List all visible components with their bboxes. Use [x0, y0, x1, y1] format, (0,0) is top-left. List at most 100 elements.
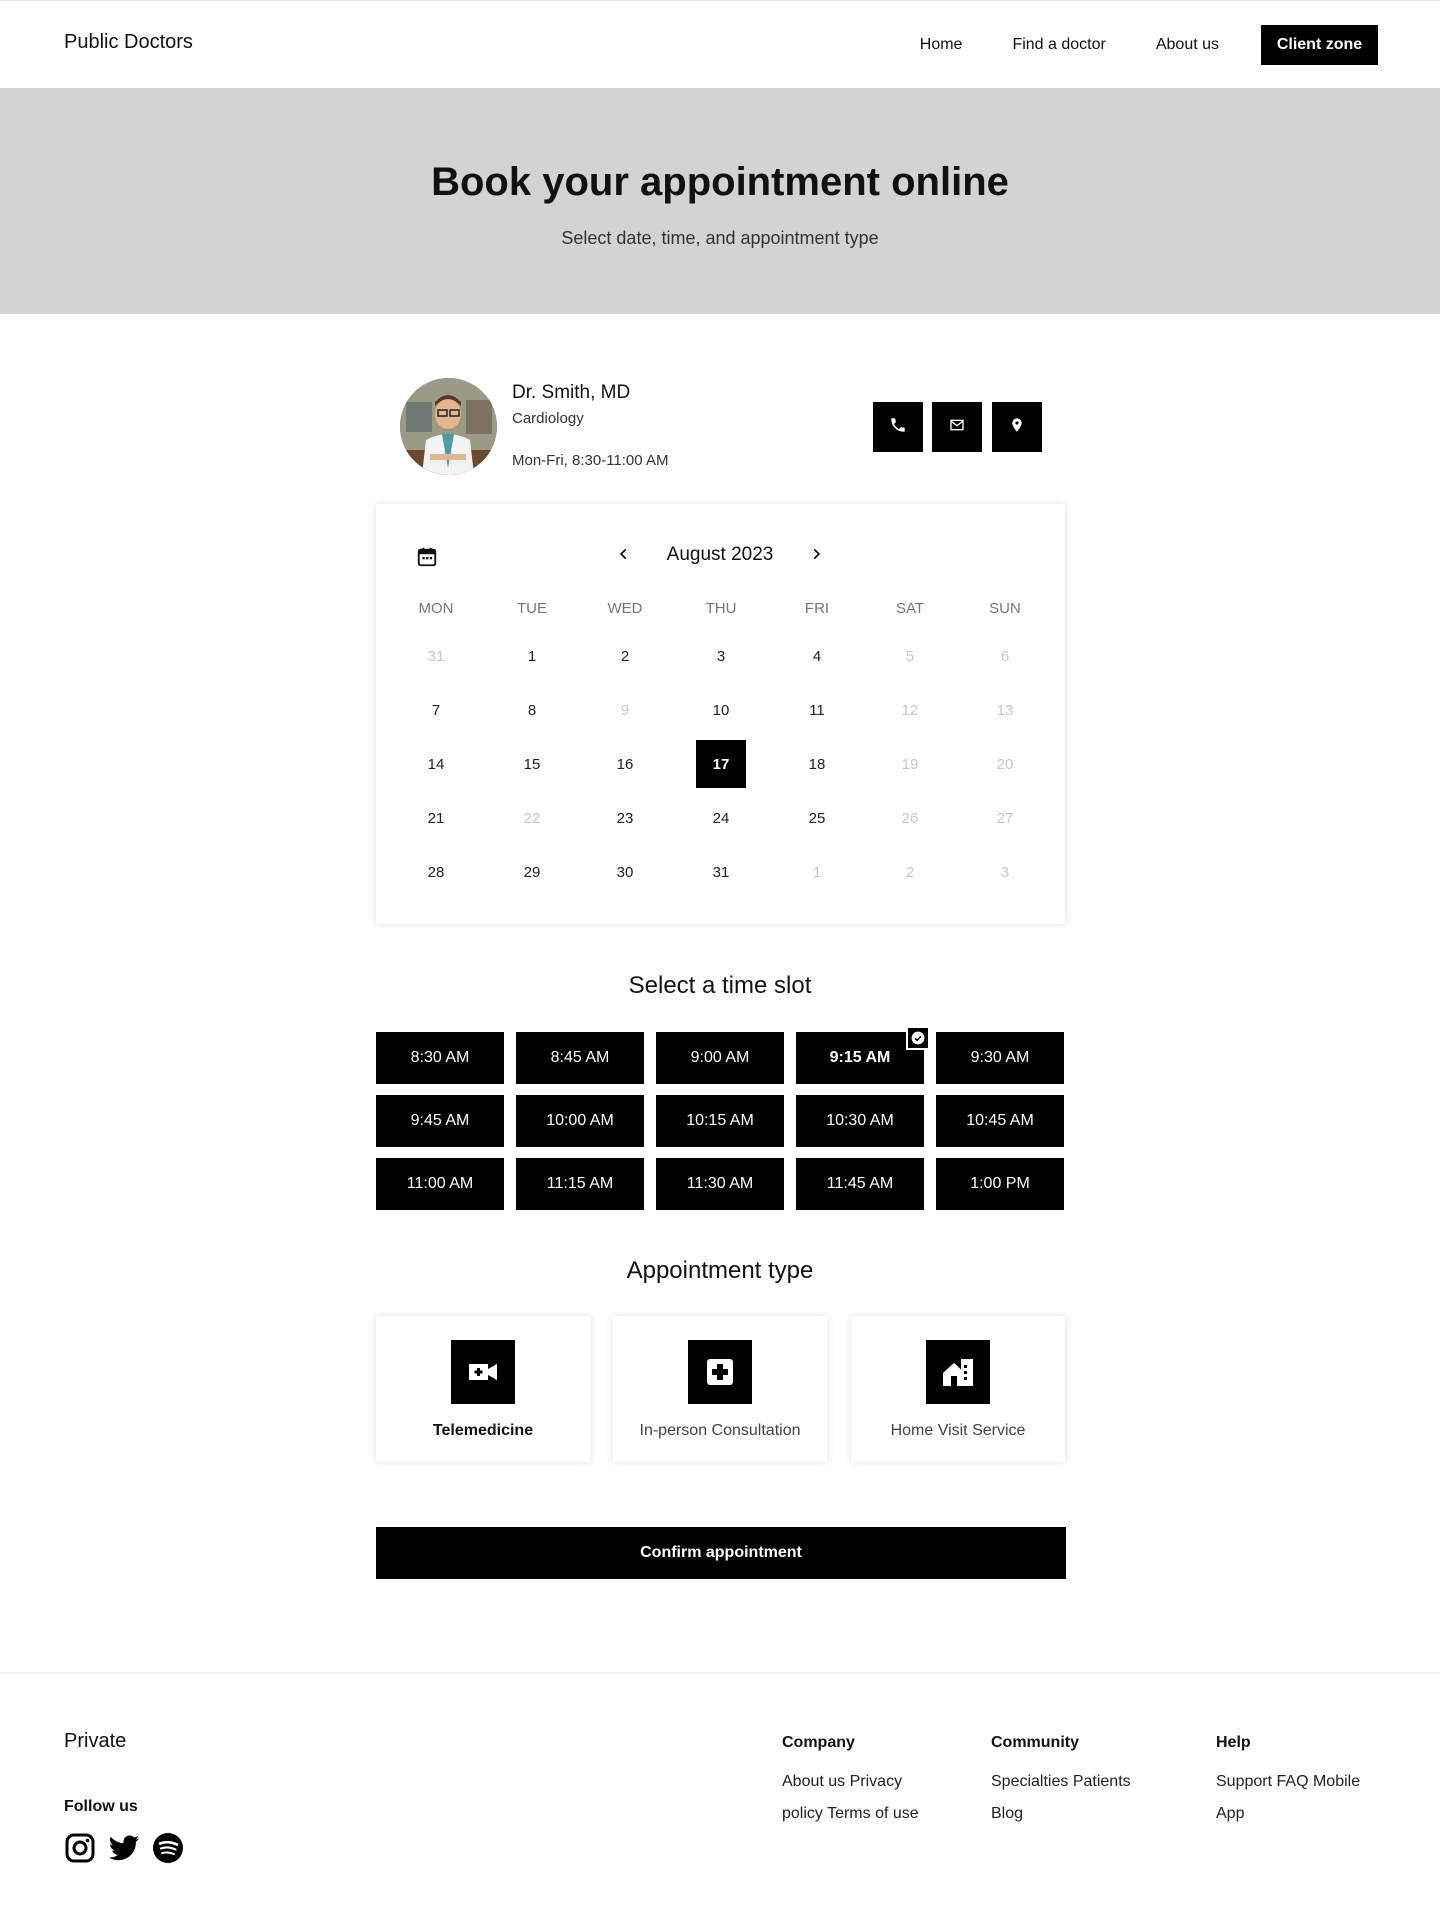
- timeslot-label: 10:45 AM: [966, 1112, 1034, 1129]
- timeslot-button[interactable]: 10:00 AM: [516, 1095, 644, 1147]
- calendar-day: 3: [1000, 863, 1010, 881]
- timeslot-button[interactable]: 8:30 AM: [376, 1032, 504, 1084]
- timeslot-button[interactable]: 1:00 PM: [936, 1158, 1064, 1210]
- appointment-type-label: Home Visit Service: [890, 1422, 1026, 1439]
- appointment-type-home-visit[interactable]: Home Visit Service: [851, 1316, 1065, 1462]
- footer-link-support[interactable]: Support: [1216, 1773, 1272, 1790]
- calendar-day[interactable]: 29: [507, 848, 557, 896]
- next-month-button[interactable]: [804, 544, 828, 568]
- twitter-icon[interactable]: [107, 1832, 139, 1864]
- calendar-day[interactable]: 14: [411, 740, 461, 788]
- weekday-header: TUE: [517, 600, 547, 617]
- calendar-day: 31: [427, 647, 445, 665]
- client-zone-button[interactable]: Client zone: [1261, 25, 1378, 65]
- calendar-day: 26: [901, 809, 919, 827]
- doctor-avatar: [400, 378, 497, 475]
- timeslot-button[interactable]: 11:00 AM: [376, 1158, 504, 1210]
- nav-find-doctor[interactable]: Find a doctor: [1012, 36, 1105, 54]
- instagram-icon[interactable]: [64, 1832, 96, 1864]
- timeslot-button-selected[interactable]: 9:15 AM: [796, 1026, 930, 1084]
- calendar-day: 2: [905, 863, 915, 881]
- timeslot-label: 10:00 AM: [546, 1112, 614, 1129]
- location-pin-icon: [1009, 416, 1025, 439]
- follow-us-label: Follow us: [64, 1798, 138, 1815]
- calendar-day[interactable]: 8: [507, 686, 557, 734]
- doctor-hours: Mon-Fri, 8:30-11:00 AM: [512, 452, 669, 469]
- timeslot-label: 11:15 AM: [546, 1175, 614, 1192]
- confirm-appointment-button[interactable]: Confirm appointment: [376, 1527, 1066, 1579]
- calendar-day[interactable]: 16: [600, 740, 650, 788]
- calendar-day[interactable]: 21: [411, 794, 461, 842]
- timeslot-button[interactable]: 9:30 AM: [936, 1032, 1064, 1084]
- prev-month-button[interactable]: [612, 544, 636, 568]
- calendar-day[interactable]: 24: [696, 794, 746, 842]
- calendar-day[interactable]: 15: [507, 740, 557, 788]
- footer-col-company-links: About us Privacy policy Terms of use: [782, 1766, 922, 1830]
- timeslot-button[interactable]: 11:30 AM: [656, 1158, 784, 1210]
- timeslot-button[interactable]: 9:45 AM: [376, 1095, 504, 1147]
- timeslot-button[interactable]: 11:15 AM: [516, 1158, 644, 1210]
- calendar-day: 12: [901, 701, 919, 719]
- weekday-header: FRI: [804, 600, 830, 617]
- calendar-icon: [416, 546, 438, 573]
- brand-logo[interactable]: Public Doctors: [64, 31, 193, 54]
- appointment-type-in-person[interactable]: In-person Consultation: [613, 1316, 827, 1462]
- timeslot-button[interactable]: 8:45 AM: [516, 1032, 644, 1084]
- site-footer: Private Follow us Company About us Priva…: [0, 1672, 1440, 1911]
- calendar-day: 1: [812, 863, 822, 881]
- timeslot-label: 11:30 AM: [686, 1175, 754, 1192]
- calendar-day[interactable]: 7: [411, 686, 461, 734]
- footer-col-help-links: Support FAQ Mobile App: [1216, 1766, 1376, 1830]
- footer-link-blog[interactable]: Blog: [991, 1805, 1023, 1822]
- site-header: Public Doctors Home Find a doctor About …: [0, 0, 1440, 88]
- doctor-name: Dr. Smith, MD: [512, 382, 631, 403]
- appointment-type-telemedicine[interactable]: Telemedicine: [376, 1316, 590, 1462]
- check-circle-icon: [906, 1026, 930, 1050]
- timeslot-label: 9:15 AM: [829, 1049, 891, 1066]
- timeslot-label: 9:30 AM: [970, 1049, 1030, 1066]
- footer-link-terms-of-use[interactable]: Terms of use: [827, 1805, 919, 1822]
- nav-about-us[interactable]: About us: [1156, 36, 1219, 54]
- calendar-day[interactable]: 4: [792, 632, 842, 680]
- hero-banner: Book your appointment online Select date…: [0, 88, 1440, 314]
- location-button[interactable]: [992, 402, 1042, 452]
- footer-link-about-us[interactable]: About us: [782, 1773, 845, 1790]
- date-picker-calendar: August 2023 MON TUE WED THU FRI SAT SUN 31 1 2 3 4 5…: [376, 504, 1065, 924]
- nav-home[interactable]: Home: [920, 36, 963, 54]
- calendar-day[interactable]: 11: [792, 686, 842, 734]
- calendar-day[interactable]: 30: [600, 848, 650, 896]
- calendar-day: 13: [996, 701, 1014, 719]
- weekday-header: WED: [607, 600, 643, 617]
- calendar-day: 22: [523, 809, 541, 827]
- calendar-day[interactable]: 2: [600, 632, 650, 680]
- calendar-day[interactable]: 1: [507, 632, 557, 680]
- timeslot-button[interactable]: 10:45 AM: [936, 1095, 1064, 1147]
- calendar-day[interactable]: 25: [792, 794, 842, 842]
- calendar-day-selected[interactable]: 17: [696, 740, 746, 788]
- timeslot-button[interactable]: 10:30 AM: [796, 1095, 924, 1147]
- calendar-day[interactable]: 3: [696, 632, 746, 680]
- calendar-day[interactable]: 18: [792, 740, 842, 788]
- email-button[interactable]: [932, 402, 982, 452]
- main-nav: Home Find a doctor About us Client zone: [920, 25, 1378, 65]
- page-subtitle: Select date, time, and appointment type: [561, 228, 879, 248]
- calendar-day[interactable]: 10: [696, 686, 746, 734]
- timeslot-button[interactable]: 10:15 AM: [656, 1095, 784, 1147]
- phone-icon: [889, 416, 907, 439]
- timeslot-button[interactable]: 9:00 AM: [656, 1032, 784, 1084]
- footer-brand: Private: [64, 1730, 127, 1752]
- weekday-header: SUN: [989, 600, 1021, 617]
- footer-link-faq[interactable]: FAQ: [1277, 1773, 1309, 1790]
- calendar-day[interactable]: 23: [600, 794, 650, 842]
- spotify-icon[interactable]: [152, 1832, 184, 1864]
- calendar-day[interactable]: 28: [411, 848, 461, 896]
- calendar-day[interactable]: 31: [696, 848, 746, 896]
- weekday-header: MON: [418, 600, 454, 617]
- appointment-type-title: Appointment type: [626, 1257, 814, 1284]
- page-title: Book your appointment online: [431, 160, 1009, 204]
- timeslot-button[interactable]: 11:45 AM: [796, 1158, 924, 1210]
- footer-link-patients[interactable]: Patients: [1073, 1773, 1131, 1790]
- calendar-day: 19: [901, 755, 919, 773]
- phone-button[interactable]: [873, 402, 923, 452]
- footer-link-specialties[interactable]: Specialties: [991, 1773, 1068, 1790]
